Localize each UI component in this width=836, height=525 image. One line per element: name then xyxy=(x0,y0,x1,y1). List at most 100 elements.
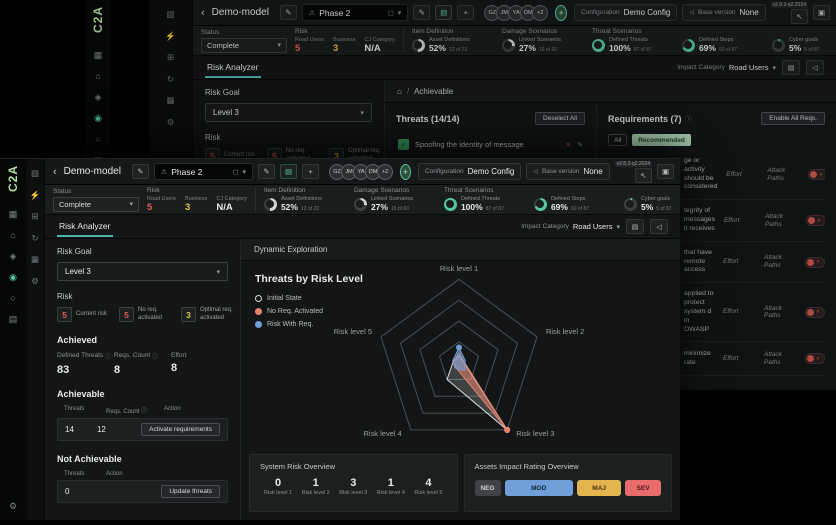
impact-rating-segment: SEV xyxy=(625,480,661,496)
version-tag: v2.8.3-q2.2024 xyxy=(615,161,652,167)
status-shield-icon[interactable]: ◉ xyxy=(94,114,102,123)
vehicle-icon[interactable]: ◈ xyxy=(10,252,17,261)
achieved-metric: Reqs. Countⓘ 8 xyxy=(114,352,171,376)
requirement-toggle[interactable]: ✕ xyxy=(805,257,825,268)
edit-phase-button[interactable]: ✎ xyxy=(258,164,275,179)
filter-chip-recommended[interactable]: Recommended xyxy=(632,134,691,146)
phase-selector[interactable]: ⚠ Phase 2 ◻ ▾ xyxy=(302,4,408,21)
requirement-toggle[interactable]: ✕ xyxy=(805,353,825,364)
back-button[interactable]: ‹ xyxy=(51,166,59,178)
requirement-toggle[interactable]: ✕ xyxy=(806,215,825,226)
desktop: C2A ▦ ⌂ ◈ ◉ ○ ▤ ⚙ ▧ ⚡ ⊞ ↻ ▦ ⚙ ‹ Demo-model ✎ ⚠ Pha… xyxy=(0,0,836,525)
config-icon[interactable]: ⚙ xyxy=(167,118,175,127)
edit-model-button[interactable]: ✎ xyxy=(132,164,149,179)
progress-gauge: Defined Threats 100% 87 of 87 xyxy=(444,196,526,212)
update-threats-button[interactable]: Update threats xyxy=(161,485,220,498)
home-icon[interactable]: ⌂ xyxy=(95,72,100,81)
base-version-select[interactable]: ◁ Base version None xyxy=(682,4,765,21)
svg-text:Risk level 1: Risk level 1 xyxy=(440,264,478,273)
impact-category-select[interactable]: Impact Category Road Users ▾ xyxy=(677,63,776,72)
risk-group-label: Risk xyxy=(147,187,247,194)
status-shield-icon[interactable]: ◉ xyxy=(9,273,17,282)
threat-checkbox[interactable]: ✓ xyxy=(398,139,409,150)
phase-report-button[interactable]: ▤ xyxy=(280,164,297,179)
edit-phase-button[interactable]: ✎ xyxy=(413,5,430,20)
screenshot-button[interactable]: ▣ xyxy=(813,5,830,20)
risk-analyzer-icon[interactable]: ⚡ xyxy=(165,32,176,41)
avatar[interactable]: +2 xyxy=(377,164,393,180)
risk-analyzer-icon[interactable]: ⚡ xyxy=(30,191,41,200)
status-select[interactable]: Complete ▾ xyxy=(53,197,139,212)
flag-icon[interactable]: ✕ xyxy=(565,141,571,149)
requirement-toggle[interactable]: ✕ xyxy=(805,307,825,318)
board-icon[interactable]: ▧ xyxy=(31,169,39,178)
breadcrumb-label: Achievable xyxy=(414,87,453,96)
layers-icon[interactable]: ▤ xyxy=(9,315,18,324)
board-icon[interactable]: ▧ xyxy=(166,10,174,19)
status-bar: Status Complete ▾ Risk Road Users 5 Busi… xyxy=(45,185,680,215)
info-icon: ⓘ xyxy=(105,352,111,361)
edit-model-button[interactable]: ✎ xyxy=(280,5,297,20)
tab-risk-analyzer[interactable]: Risk Analyzer xyxy=(57,216,113,237)
announce-button[interactable]: ◁ xyxy=(650,219,668,234)
base-version-select[interactable]: ◁ Base version None xyxy=(526,163,609,180)
risk-goal-select[interactable]: Level 3 ▾ xyxy=(57,262,228,281)
model-title: Demo-model xyxy=(64,166,121,177)
report-button[interactable]: ▤ xyxy=(626,219,644,234)
settings-gear-icon[interactable]: ⚙ xyxy=(9,501,17,511)
risk-goal-select[interactable]: Level 3 ▾ xyxy=(205,103,372,122)
requirement-toggle[interactable]: ✕ xyxy=(808,169,825,180)
add-user-button[interactable]: + xyxy=(555,5,567,21)
app-logo: C2A xyxy=(91,6,105,33)
breadcrumb: ⌂ / Achievable xyxy=(385,80,836,103)
risk-level-count: 1 Risk level 2 xyxy=(302,477,330,496)
impact-category-select[interactable]: Impact Category Road Users ▾ xyxy=(521,222,620,231)
sync-icon[interactable]: ↻ xyxy=(167,75,174,84)
matrix-icon[interactable]: ▦ xyxy=(31,255,39,264)
edit-icon[interactable]: ✎ xyxy=(577,141,583,149)
achieved-metric: Effort 8 xyxy=(171,352,228,376)
gauge-ring-icon xyxy=(772,39,785,52)
avatar[interactable]: +2 xyxy=(532,5,548,21)
add-phase-button[interactable]: + xyxy=(302,164,319,179)
home-icon[interactable]: ⌂ xyxy=(397,87,402,96)
requirements-title: Requirements (7) xyxy=(608,114,682,124)
gauge-ring-icon xyxy=(264,198,277,211)
tab-risk-analyzer[interactable]: Risk Analyzer xyxy=(205,57,261,78)
chevron-down-icon: ▾ xyxy=(243,168,247,176)
back-button[interactable]: ‹ xyxy=(199,7,207,19)
cross-icon: ✕ xyxy=(816,309,820,315)
config-icon[interactable]: ⚙ xyxy=(31,277,39,286)
components-icon[interactable]: ⊞ xyxy=(31,212,38,221)
risk-metric: Business 3 xyxy=(185,196,207,213)
phase-selector[interactable]: ⚠ Phase 2 ◻ ▾ xyxy=(154,163,253,180)
report-button[interactable]: ▤ xyxy=(782,60,800,75)
sync-icon[interactable]: ↻ xyxy=(31,234,38,243)
filter-chip-all[interactable]: All xyxy=(608,134,627,146)
threat-row[interactable]: ✓ Spoofing the identity of message ✕ ✎ xyxy=(396,134,585,155)
configuration-select[interactable]: Configuration Demo Config xyxy=(574,4,677,21)
cross-icon: ✕ xyxy=(816,259,820,265)
phase-report-button[interactable]: ▤ xyxy=(435,5,452,20)
matrix-icon[interactable]: ▦ xyxy=(166,96,174,105)
home-icon[interactable]: ⌂ xyxy=(10,231,15,240)
components-icon[interactable]: ⊞ xyxy=(167,53,174,62)
configuration-select[interactable]: Configuration Demo Config xyxy=(418,163,521,180)
add-user-button[interactable]: + xyxy=(400,164,411,180)
target-icon[interactable]: ○ xyxy=(10,294,15,303)
add-phase-button[interactable]: + xyxy=(457,5,474,20)
vehicle-icon[interactable]: ◈ xyxy=(95,93,102,102)
cursor-tool-button[interactable]: ↖ xyxy=(635,168,652,183)
target-icon[interactable]: ○ xyxy=(95,135,100,144)
screenshot-button[interactable]: ▣ xyxy=(657,164,674,179)
status-select[interactable]: Complete ▾ xyxy=(201,38,287,53)
deselect-all-button[interactable]: Deselect All xyxy=(535,112,585,125)
cursor-tool-button[interactable]: ↖ xyxy=(791,9,808,24)
avatar-group: GZJMYADM+2 xyxy=(329,164,393,180)
announce-button[interactable]: ◁ xyxy=(806,60,824,75)
activate-requirements-button[interactable]: Activate requirements xyxy=(141,423,220,436)
risk-level-count: 4 Risk level 5 xyxy=(414,477,442,496)
apps-grid-icon[interactable]: ▦ xyxy=(94,51,103,60)
apps-grid-icon[interactable]: ▦ xyxy=(9,210,18,219)
enable-all-reqs-button[interactable]: Enable All Reqs. xyxy=(761,112,825,125)
